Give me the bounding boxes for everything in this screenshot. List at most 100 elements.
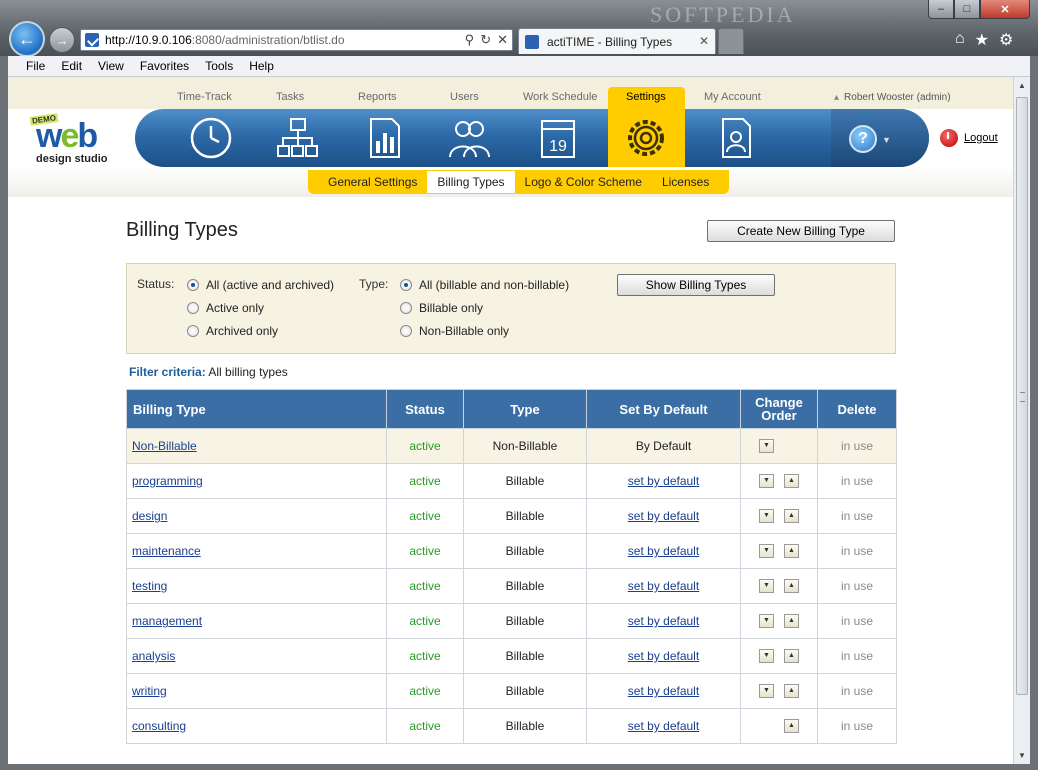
billing-type-link[interactable]: Non-Billable <box>132 439 197 453</box>
billing-type-link[interactable]: analysis <box>132 649 175 663</box>
close-window-button[interactable]: ✕ <box>980 0 1030 19</box>
move-down-arrow-icon[interactable]: ▼ <box>759 684 774 699</box>
scroll-down-arrow-icon[interactable]: ▼ <box>1014 747 1030 764</box>
logout-control[interactable]: Logout <box>940 129 998 147</box>
power-icon[interactable] <box>940 129 958 147</box>
type-option-billable[interactable]: Billable only <box>400 301 483 315</box>
address-bar[interactable]: http://10.9.0.106:8080/administration/bt… <box>80 29 513 51</box>
type-option-non-billable[interactable]: Non-Billable only <box>400 324 509 338</box>
stop-icon[interactable]: ✕ <box>497 32 508 48</box>
set-by-default-link[interactable]: set by default <box>628 474 699 488</box>
billing-type-link[interactable]: programming <box>132 474 203 488</box>
move-up-arrow-icon[interactable]: ▲ <box>784 614 799 629</box>
set-by-default-link[interactable]: set by default <box>628 649 699 663</box>
users-icon[interactable] <box>446 115 492 161</box>
nav-work-schedule[interactable]: Work Schedule <box>523 91 597 103</box>
move-up-arrow-icon[interactable]: ▲ <box>784 509 799 524</box>
type-option-all[interactable]: All (billable and non-billable) <box>400 278 569 292</box>
move-up-arrow-icon[interactable]: ▲ <box>784 719 799 734</box>
my-account-icon[interactable] <box>713 115 759 161</box>
cell-delete: in use <box>817 498 897 534</box>
show-billing-types-button[interactable]: Show Billing Types <box>617 274 775 296</box>
radio-checked[interactable] <box>400 279 412 291</box>
move-down-arrow-icon[interactable]: ▼ <box>759 439 774 454</box>
tools-gear-icon[interactable]: ⚙ <box>999 30 1013 50</box>
nav-users[interactable]: Users <box>450 91 479 103</box>
search-icon[interactable]: ⚲ <box>465 32 475 48</box>
move-up-arrow-icon[interactable]: ▲ <box>784 579 799 594</box>
refresh-icon[interactable]: ↻ <box>480 32 491 48</box>
new-tab-button[interactable] <box>718 28 744 54</box>
cell-set-by-default: set by default <box>586 708 741 744</box>
move-down-arrow-icon[interactable]: ▼ <box>759 509 774 524</box>
logout-link[interactable]: Logout <box>964 132 998 144</box>
nav-reports[interactable]: Reports <box>358 91 397 103</box>
nav-time-track[interactable]: Time-Track <box>177 91 232 103</box>
scroll-thumb[interactable] <box>1016 97 1028 695</box>
settings-gear-icon[interactable] <box>623 115 669 161</box>
reports-chart-icon[interactable] <box>362 115 408 161</box>
type-filter-label: Type: <box>359 277 389 291</box>
radio-unchecked[interactable] <box>187 325 199 337</box>
billing-type-link[interactable]: writing <box>132 684 167 698</box>
forward-button[interactable]: → <box>49 27 75 53</box>
vertical-scrollbar[interactable]: ▲ ▼ <box>1013 77 1030 764</box>
set-by-default-link[interactable]: set by default <box>628 684 699 698</box>
move-down-arrow-icon[interactable]: ▼ <box>759 649 774 664</box>
status-option-archived[interactable]: Archived only <box>187 324 278 338</box>
subtab-billing-types[interactable]: Billing Types <box>427 171 515 193</box>
menu-file[interactable]: File <box>18 59 53 73</box>
billing-type-link[interactable]: testing <box>132 579 167 593</box>
softpedia-watermark: SOFTPEDIA <box>650 2 796 27</box>
move-up-arrow-icon[interactable]: ▲ <box>784 544 799 559</box>
billing-type-link[interactable]: consulting <box>132 719 186 733</box>
nav-tasks[interactable]: Tasks <box>276 91 304 103</box>
radio-unchecked[interactable] <box>400 302 412 314</box>
favorites-star-icon[interactable]: ★ <box>975 30 989 50</box>
back-button[interactable]: ← <box>9 21 45 57</box>
radio-unchecked[interactable] <box>187 302 199 314</box>
nav-my-account[interactable]: My Account <box>704 91 761 103</box>
menu-tools[interactable]: Tools <box>197 59 241 73</box>
move-down-arrow-icon[interactable]: ▼ <box>759 474 774 489</box>
calendar-icon[interactable]: 19 <box>535 115 581 161</box>
scroll-up-arrow-icon[interactable]: ▲ <box>1014 77 1030 94</box>
subtab-licenses[interactable]: Licenses <box>652 171 719 193</box>
status-option-active[interactable]: Active only <box>187 301 264 315</box>
help-dropdown-caret-icon[interactable]: ▼ <box>882 135 891 145</box>
set-by-default-link[interactable]: set by default <box>628 544 699 558</box>
move-down-arrow-icon[interactable]: ▼ <box>759 544 774 559</box>
browser-tab-active[interactable]: actiTIME - Billing Types ✕ <box>518 28 716 54</box>
minimize-button[interactable]: – <box>928 0 954 19</box>
create-billing-type-button[interactable]: Create New Billing Type <box>707 220 895 242</box>
move-up-arrow-icon[interactable]: ▲ <box>784 649 799 664</box>
menu-help[interactable]: Help <box>241 59 282 73</box>
status-option-all[interactable]: All (active and archived) <box>187 278 334 292</box>
move-up-arrow-icon[interactable]: ▲ <box>784 474 799 489</box>
menu-view[interactable]: View <box>90 59 132 73</box>
tab-close-icon[interactable]: ✕ <box>699 34 709 48</box>
type-value: Billable <box>505 474 545 488</box>
menu-favorites[interactable]: Favorites <box>132 59 197 73</box>
nav-settings[interactable]: Settings <box>626 91 666 103</box>
set-by-default-link[interactable]: set by default <box>628 719 699 733</box>
clock-icon[interactable] <box>188 115 234 161</box>
help-icon[interactable]: ? <box>849 125 877 153</box>
set-by-default-link[interactable]: set by default <box>628 509 699 523</box>
subtab-general-settings[interactable]: General Settings <box>318 171 427 193</box>
billing-type-link[interactable]: management <box>132 614 202 628</box>
task-hierarchy-icon[interactable] <box>275 115 321 161</box>
move-down-arrow-icon[interactable]: ▼ <box>759 614 774 629</box>
home-icon[interactable]: ⌂ <box>955 30 965 50</box>
subtab-logo-color-scheme[interactable]: Logo & Color Scheme <box>515 171 652 193</box>
set-by-default-link[interactable]: set by default <box>628 614 699 628</box>
set-by-default-link[interactable]: set by default <box>628 579 699 593</box>
billing-type-link[interactable]: maintenance <box>132 544 201 558</box>
menu-edit[interactable]: Edit <box>53 59 90 73</box>
radio-checked[interactable] <box>187 279 199 291</box>
billing-type-link[interactable]: design <box>132 509 167 523</box>
maximize-button[interactable]: □ <box>954 0 980 19</box>
move-up-arrow-icon[interactable]: ▲ <box>784 684 799 699</box>
radio-unchecked[interactable] <box>400 325 412 337</box>
move-down-arrow-icon[interactable]: ▼ <box>759 579 774 594</box>
